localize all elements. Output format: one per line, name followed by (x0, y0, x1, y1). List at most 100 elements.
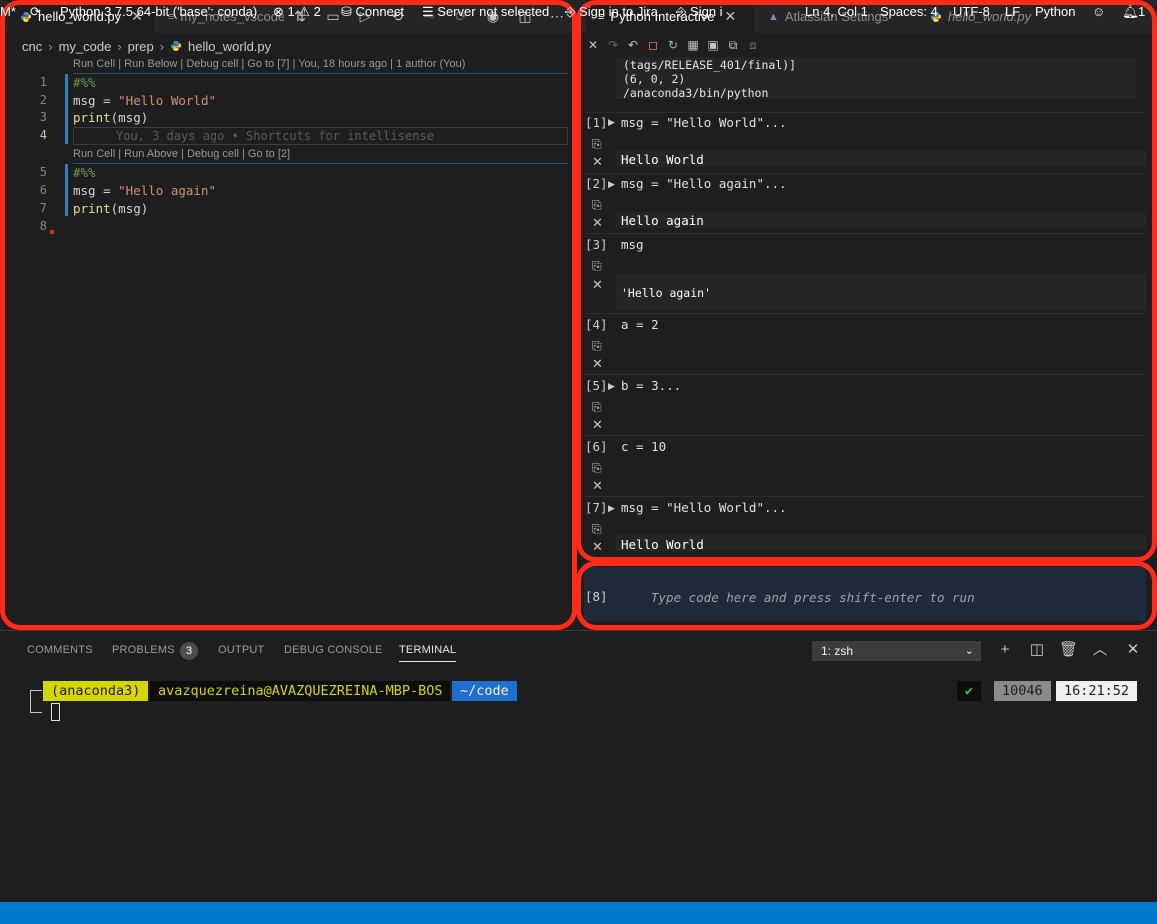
tab-debug-console[interactable]: DEBUG CONSOLE (284, 644, 383, 656)
new-terminal-icon[interactable]: + (996, 641, 1014, 659)
interactive-toolbar: ✕ ↷ ↶ ◻ ↻ ▦ ▣ ⧉ ⧈ (586, 36, 760, 54)
status-server[interactable]: ☰ Server not selected (422, 4, 549, 20)
trash-icon[interactable]: 🗑 (1059, 641, 1078, 659)
breadcrumb-item[interactable]: my_code (59, 39, 112, 54)
expand-triangle-icon[interactable]: ▶ (608, 117, 615, 128)
code-line[interactable]: print(msg) (73, 201, 148, 216)
cell-separator (585, 374, 1146, 375)
code-line[interactable]: #%% (73, 165, 96, 180)
line-number: 8 (39, 219, 47, 233)
tab-terminal[interactable]: TERMINAL (399, 644, 457, 662)
cell-separator (585, 435, 1146, 436)
close-icon[interactable]: ✕ (724, 8, 736, 25)
chevron-right-icon: › (159, 38, 165, 54)
cell-output: Hello again (621, 213, 704, 228)
status-sign-in[interactable]: ⎆ Sign i (676, 4, 723, 20)
status-left-marker[interactable]: M* (0, 4, 16, 19)
cell-input[interactable]: msg = "Hello World"... (621, 115, 787, 130)
code-line[interactable]: #%% (73, 75, 96, 90)
cell-gutter-bar (65, 164, 68, 216)
interrupt-kernel-icon[interactable]: ◻ (646, 38, 660, 52)
goto-code-icon[interactable]: ⎘ (592, 522, 606, 536)
cell-execution-count: [6] (585, 439, 608, 454)
code-line[interactable]: msg = "Hello World" (73, 93, 216, 108)
delete-cell-icon[interactable]: ✕ (592, 539, 603, 555)
expand-triangle-icon[interactable]: ▶ (608, 179, 615, 190)
collapse-all-icon[interactable]: ⧈ (746, 38, 760, 52)
goto-code-icon[interactable]: ⎘ (592, 198, 606, 212)
undo-icon[interactable]: ↶ (626, 38, 640, 52)
codelens-cell-2[interactable]: Run Cell | Run Above | Debug cell | Go t… (73, 148, 290, 160)
breakpoint-marker (50, 230, 54, 234)
kernel-info-line: (6, 0, 2) (623, 72, 686, 86)
code-line[interactable]: print(msg) (73, 110, 148, 125)
chevron-right-icon: › (117, 38, 122, 54)
goto-code-icon[interactable]: ⎘ (592, 259, 606, 273)
cell-input[interactable]: a = 2 (621, 317, 659, 332)
status-connect[interactable]: ⛁ Connect (341, 4, 404, 20)
save-icon[interactable]: ▣ (706, 38, 720, 52)
redo-icon[interactable]: ↷ (606, 38, 620, 52)
breadcrumb: cnc › my_code › prep › hello_world.py (22, 38, 271, 54)
warning-count: 2 (313, 4, 321, 19)
tab-problems[interactable]: PROBLEMS (112, 644, 175, 656)
variables-icon[interactable]: ▦ (686, 38, 700, 52)
notifications-bell-icon[interactable]: 🔔︎ (1122, 4, 1139, 20)
cell-input[interactable]: msg = "Hello again"... (621, 176, 787, 191)
cell-input[interactable]: c = 10 (621, 439, 666, 454)
cell-execution-count: [1] (585, 115, 608, 130)
status-indentation[interactable]: Spaces: 4 (880, 4, 938, 19)
delete-cell-icon[interactable]: ✕ (592, 215, 603, 231)
terminal-select[interactable]: 1: zsh ⌄ (812, 641, 981, 661)
split-terminal-icon[interactable]: ◫ (1028, 641, 1046, 659)
feedback-smiley-icon[interactable]: ☺ (1092, 4, 1105, 19)
cell-input[interactable]: msg = "Hello World"... (621, 500, 787, 515)
status-cursor-position[interactable]: Ln 4, Col 1 (805, 4, 868, 19)
breadcrumb-item[interactable]: prep (128, 39, 154, 54)
delete-cell-icon[interactable]: ✕ (592, 154, 603, 170)
goto-code-icon[interactable]: ⎘ (592, 339, 606, 353)
delete-cell-icon[interactable]: ✕ (592, 478, 603, 494)
goto-code-icon[interactable]: ⎘ (592, 137, 606, 151)
delete-cell-icon[interactable]: ✕ (592, 277, 603, 293)
status-eol[interactable]: LF (1005, 4, 1020, 19)
delete-cell-icon[interactable]: ✕ (592, 356, 603, 372)
status-encoding[interactable]: UTF-8 (953, 4, 990, 19)
tab-comments[interactable]: COMMENTS (27, 644, 93, 656)
restart-kernel-icon[interactable]: ↻ (666, 38, 680, 52)
code-line[interactable]: msg = "Hello again" (73, 183, 216, 198)
cell-output: 'Hello again' (621, 286, 712, 300)
tab-output[interactable]: OUTPUT (218, 644, 264, 656)
codelens-cell-1[interactable]: Run Cell | Run Below | Debug cell | Go t… (73, 58, 465, 70)
close-panel-icon[interactable]: ✕ (1124, 641, 1142, 659)
prompt-bracket-bottom (30, 700, 42, 713)
status-language[interactable]: Python (1035, 4, 1075, 19)
status-problems[interactable]: ⊗ 1 ⚠ 2 (273, 4, 321, 20)
goto-code-icon[interactable]: ⎘ (592, 400, 606, 414)
open-preview-icon[interactable]: ▭ (325, 8, 341, 24)
bottom-panel (0, 630, 1157, 902)
status-jira-label: Sign in to Jira (579, 4, 658, 19)
input-placeholder[interactable]: Type code here and press shift-enter to … (651, 590, 975, 605)
expand-triangle-icon[interactable]: ▶ (608, 381, 615, 392)
export-icon[interactable]: ⧉ (726, 38, 740, 52)
more-actions-icon[interactable]: ⋯ (549, 8, 565, 24)
terminal-cursor[interactable] (51, 703, 60, 721)
cell-gutter-bar (65, 74, 68, 144)
chevron-up-icon[interactable]: ︿ (1091, 641, 1109, 659)
cell-input[interactable]: b = 3... (621, 378, 681, 393)
comment-token: #%% (73, 75, 96, 90)
breadcrumb-item[interactable]: cnc (22, 39, 42, 54)
line-number: 4 (39, 128, 47, 142)
expand-triangle-icon[interactable]: ▶ (608, 503, 615, 514)
breadcrumb-item[interactable]: hello_world.py (188, 39, 271, 54)
clear-all-icon[interactable]: ✕ (586, 38, 600, 52)
cell-input[interactable]: msg (621, 237, 644, 252)
problems-count-badge: 3 (180, 642, 198, 660)
status-python-interpreter[interactable]: Python 3.7.5 64-bit ('base': conda) (60, 4, 257, 19)
goto-code-icon[interactable]: ⎘ (592, 461, 606, 475)
sync-icon[interactable]: ⟳ (30, 4, 41, 20)
var-token: a = 2 (621, 317, 659, 332)
status-jira[interactable]: ⎆ Sign in to Jira (565, 4, 658, 20)
delete-cell-icon[interactable]: ✕ (592, 417, 603, 433)
